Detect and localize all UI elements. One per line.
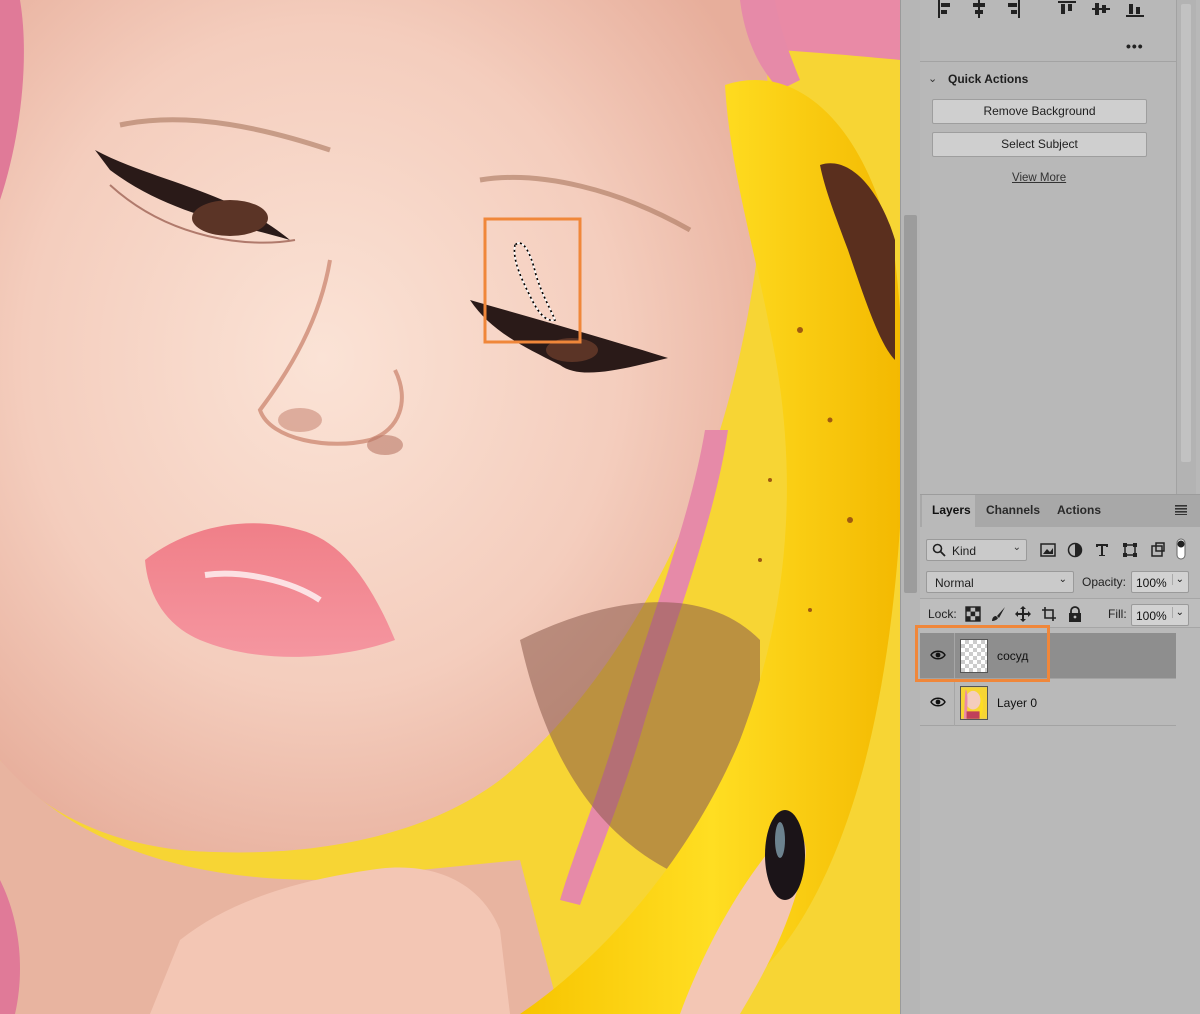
canvas-scrollbar[interactable] [900,0,920,1014]
tab-layers[interactable]: Layers [922,495,975,527]
filter-toggle-icon[interactable] [1176,538,1186,560]
layer-row-layer-0[interactable]: Layer 0 [920,680,1176,726]
lock-label: Lock: [928,607,957,621]
chevron-down-icon[interactable]: ⌄ [928,72,937,85]
align-toolbar: ••• [920,0,1176,62]
align-left-edges-icon[interactable] [936,0,954,18]
eye-icon[interactable] [930,649,946,661]
smart-object-filter-icon[interactable] [1150,542,1166,558]
remove-background-button[interactable]: Remove Background [932,99,1147,124]
tab-channels[interactable]: Channels [976,495,1046,527]
fill-input[interactable]: 100% ⌄ [1131,604,1189,626]
layer-filter-row: Kind ⌄ [920,535,1196,561]
right-panels: ••• ⌄ Quick Actions Remove Background Se… [920,0,1200,1014]
filter-kind-select[interactable]: Kind ⌄ [926,539,1027,561]
opacity-value: 100% [1136,576,1167,590]
layers-panel-tabs: Layers Channels Actions [920,495,1200,527]
properties-scrollbar[interactable] [1176,0,1196,494]
photo-image [0,0,900,1014]
chevron-down-icon: ⌄ [1012,542,1021,553]
adjustment-layer-filter-icon[interactable] [1067,542,1083,558]
align-right-edges-icon[interactable] [1004,0,1022,18]
fill-value: 100% [1136,609,1167,623]
layer-thumbnail [960,686,988,720]
view-more-link[interactable]: View More [1012,172,1066,184]
blend-row: Normal ⌄ Opacity: 100% ⌄ [920,569,1196,593]
document-canvas[interactable] [0,0,900,1014]
layer-row-sosud[interactable]: сосуд [920,633,1176,679]
align-vertical-centers-icon[interactable] [1092,0,1110,18]
chevron-down-icon[interactable]: ⌄ [1171,607,1184,618]
layer-name[interactable]: сосуд [997,649,1028,663]
eye-icon[interactable] [930,696,946,708]
fill-label: Fill: [1108,607,1127,621]
chevron-down-icon: ⌄ [1058,574,1067,585]
lock-row: Lock: Fill: 100% ⌄ [920,598,1200,628]
canvas-scrollbar-thumb[interactable] [904,215,917,593]
opacity-input[interactable]: 100% ⌄ [1131,571,1189,593]
panel-menu-icon[interactable] [1175,505,1187,515]
layer-row-divider [954,680,955,726]
lock-transparent-pixels-icon[interactable] [965,606,981,622]
quick-actions-header[interactable]: ⌄ Quick Actions [928,70,1168,90]
align-horizontal-centers-icon[interactable] [970,0,988,18]
layer-thumbnail [960,639,988,673]
more-options-icon[interactable]: ••• [1126,38,1144,54]
quick-actions-title: Quick Actions [948,72,1029,86]
lock-image-pixels-icon[interactable] [991,606,1007,622]
chevron-down-icon[interactable]: ⌄ [1171,574,1184,585]
photoshop-window: ••• ⌄ Quick Actions Remove Background Se… [0,0,1200,1014]
layers-panel: Layers Channels Actions Kind ⌄ Normal ⌄ … [920,494,1200,1014]
lock-position-icon[interactable] [1015,606,1031,622]
lock-artboard-icon[interactable] [1041,606,1057,622]
blend-mode-select[interactable]: Normal ⌄ [926,571,1074,593]
shape-layer-filter-icon[interactable] [1122,542,1138,558]
tab-actions[interactable]: Actions [1047,495,1105,527]
layer-row-divider [954,633,955,679]
layer-name[interactable]: Layer 0 [997,696,1037,710]
type-layer-filter-icon[interactable] [1094,542,1110,558]
align-top-edges-icon[interactable] [1058,0,1076,18]
search-icon [932,543,946,557]
lock-all-icon[interactable] [1067,606,1083,622]
pixel-layer-filter-icon[interactable] [1040,542,1056,558]
opacity-label: Opacity: [1082,575,1127,589]
select-subject-button[interactable]: Select Subject [932,132,1147,157]
blend-mode-value: Normal [935,576,974,590]
filter-kind-label: Kind [952,544,977,558]
properties-scrollbar-thumb[interactable] [1181,4,1191,462]
align-bottom-edges-icon[interactable] [1126,0,1144,18]
